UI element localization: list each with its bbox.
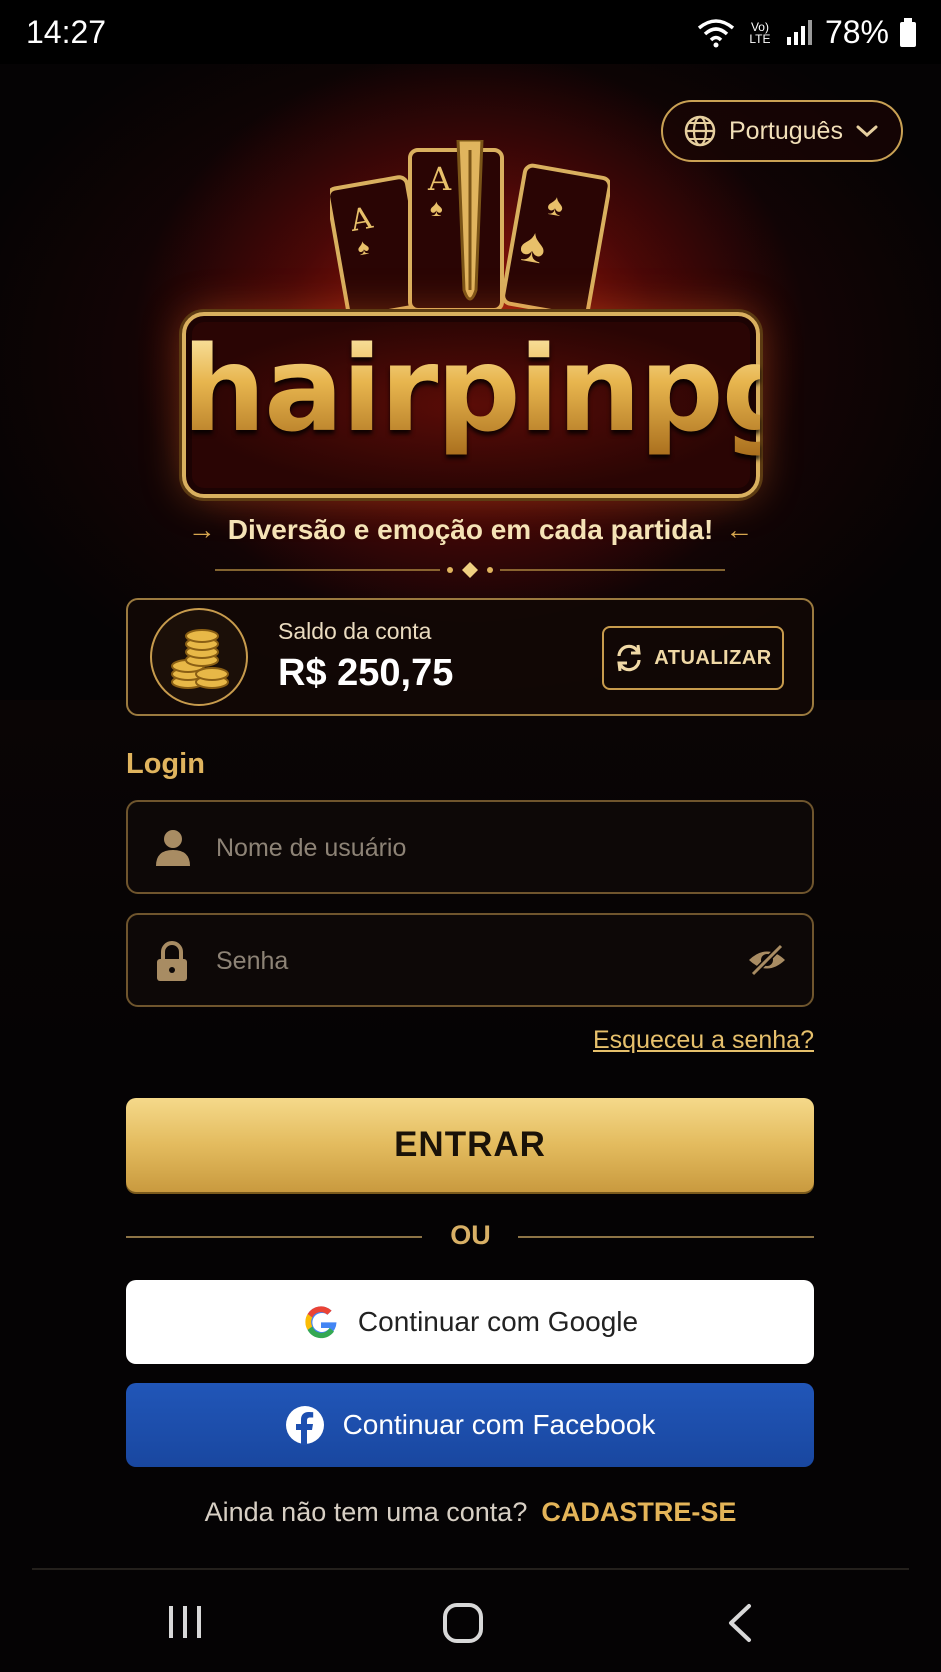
- signal-icon: [786, 19, 812, 45]
- chevron-down-icon: [856, 125, 878, 138]
- ornament-divider: [215, 562, 725, 578]
- battery-icon: [900, 17, 916, 47]
- forgot-password-link[interactable]: Esqueceu a senha?: [593, 1026, 814, 1055]
- language-label: Português: [729, 116, 843, 145]
- refresh-label: ATUALIZAR: [654, 646, 772, 669]
- user-icon: [156, 830, 190, 866]
- login-button[interactable]: ENTRAR: [126, 1098, 814, 1192]
- signup-prompt: Ainda não tem uma conta? CADASTRE-SE: [0, 1497, 941, 1528]
- google-icon: [305, 1306, 337, 1339]
- username-field[interactable]: [126, 800, 814, 894]
- refresh-icon: [617, 644, 641, 672]
- tagline-text: Diversão e emoção em cada partida!: [227, 514, 714, 545]
- password-input[interactable]: [214, 915, 738, 1007]
- language-selector[interactable]: Português: [661, 100, 903, 162]
- login-section-title: Login: [126, 748, 205, 780]
- battery-percent: 78%: [824, 14, 889, 50]
- back-icon[interactable]: [725, 1602, 755, 1644]
- username-input[interactable]: [214, 802, 738, 894]
- signup-link[interactable]: CADASTRE-SE: [541, 1497, 736, 1527]
- facebook-icon: [285, 1406, 324, 1445]
- coins-icon: [171, 629, 229, 689]
- balance-value: R$ 250,75: [278, 652, 454, 694]
- arrow-left-icon: ←: [725, 514, 754, 545]
- refresh-balance-button[interactable]: ATUALIZAR: [602, 626, 784, 690]
- status-bar: 14:27 Vo) LTE 78%: [0, 0, 941, 64]
- status-icons: Vo) LTE 78%: [697, 14, 917, 51]
- coins-badge: [150, 608, 248, 706]
- arrow-right-icon: →: [187, 514, 216, 545]
- google-button-label: Continuar com Google: [357, 1306, 639, 1337]
- globe-icon: [684, 115, 716, 147]
- playing-cards-logo: A ♠ A ♠ ♠ ♠: [330, 140, 610, 310]
- divider-line-right: [518, 1236, 814, 1238]
- facebook-login-button[interactable]: Continuar com Facebook: [126, 1383, 814, 1467]
- svg-text:♠: ♠: [430, 195, 443, 222]
- tagline: → Diversão e emoção em cada partida! ←: [0, 514, 941, 546]
- system-nav-bar: [0, 1572, 941, 1672]
- eye-off-icon[interactable]: [746, 943, 788, 977]
- home-icon[interactable]: [442, 1602, 484, 1644]
- account-balance-card: Saldo da conta R$ 250,75 ATUALIZAR: [126, 598, 814, 716]
- svg-text:A: A: [427, 160, 452, 198]
- google-login-button[interactable]: Continuar com Google: [126, 1280, 814, 1364]
- signup-text: Ainda não tem uma conta?: [204, 1497, 528, 1527]
- wifi-icon: [697, 18, 735, 47]
- status-time: 14:27: [26, 14, 107, 50]
- facebook-button-label: Continuar com Facebook: [342, 1409, 656, 1440]
- nav-separator: [32, 1568, 909, 1570]
- brand-name: hairpinpg: [182, 320, 806, 458]
- balance-label: Saldo da conta: [278, 618, 432, 644]
- lock-icon: [157, 941, 187, 981]
- password-field[interactable]: [126, 913, 814, 1007]
- volte-label: Vo) LTE: [749, 19, 771, 46]
- recent-apps-icon[interactable]: [165, 1602, 205, 1642]
